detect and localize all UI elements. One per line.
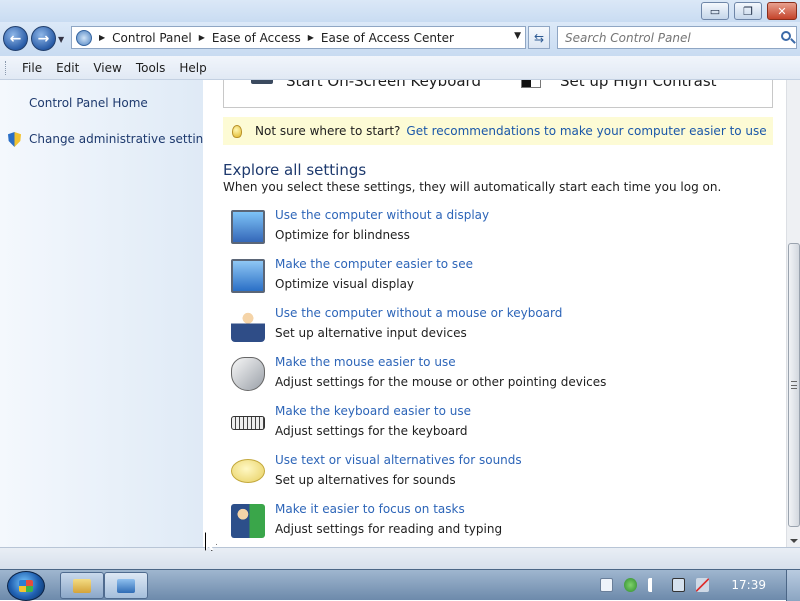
person-icon bbox=[231, 308, 265, 342]
setting-link[interactable]: Make the keyboard easier to use bbox=[275, 404, 471, 418]
address-dropdown-icon[interactable]: ▼ bbox=[514, 31, 521, 41]
magnifier-icon bbox=[231, 259, 265, 293]
chevron-right-icon[interactable]: ▶ bbox=[99, 33, 105, 42]
menu-bar: File Edit View Tools Help bbox=[0, 56, 800, 80]
start-button[interactable] bbox=[7, 571, 45, 601]
search-icon[interactable] bbox=[781, 31, 791, 41]
maximize-button[interactable]: ❐ bbox=[734, 2, 762, 20]
forward-arrow-icon: → bbox=[37, 30, 50, 47]
left-navigation-pane: Control Panel Home Change administrative… bbox=[0, 80, 217, 547]
volume-muted-icon[interactable] bbox=[696, 578, 709, 592]
breadcrumb-ease-of-access[interactable]: Ease of Access bbox=[212, 31, 301, 45]
menu-view[interactable]: View bbox=[86, 61, 128, 75]
setting-description: Adjust settings for the mouse or other p… bbox=[275, 375, 607, 389]
speech-bubble-icon bbox=[231, 459, 265, 483]
setting-description: Set up alternatives for sounds bbox=[275, 473, 456, 487]
system-tray: 17:39 bbox=[590, 570, 800, 601]
refresh-icon: ⇆ bbox=[533, 30, 545, 45]
setting-link[interactable]: Make it easier to focus on tasks bbox=[275, 502, 465, 516]
setting-item: Make the computer easier to see Optimize… bbox=[231, 257, 771, 297]
quick-access-box: Start On-Screen Keyboard Set up High Con… bbox=[223, 80, 773, 108]
grip-icon bbox=[791, 381, 797, 389]
search-box[interactable] bbox=[557, 26, 797, 49]
setting-description: Set up alternative input devices bbox=[275, 326, 467, 340]
back-arrow-icon: ← bbox=[9, 30, 22, 47]
section-title: Explore all settings bbox=[223, 161, 367, 179]
close-button[interactable]: ✕ bbox=[767, 2, 797, 20]
chevron-right-icon[interactable]: ▶ bbox=[199, 33, 205, 42]
taskbar-control-panel-button[interactable] bbox=[104, 572, 148, 599]
network-icon[interactable] bbox=[672, 578, 685, 592]
vertical-scrollbar[interactable] bbox=[786, 80, 800, 547]
address-bar[interactable]: ▶ Control Panel ▶ Ease of Access ▶ Ease … bbox=[71, 26, 526, 49]
setting-description: Optimize visual display bbox=[275, 277, 415, 291]
menu-tools[interactable]: Tools bbox=[129, 61, 173, 75]
taskbar: 17:39 bbox=[0, 569, 800, 601]
search-input[interactable] bbox=[558, 30, 768, 45]
menu-file[interactable]: File bbox=[15, 61, 49, 75]
back-button[interactable]: ← bbox=[3, 26, 28, 51]
setting-description: Adjust settings for the keyboard bbox=[275, 424, 468, 438]
setting-item: Use the computer without a mouse or keyb… bbox=[231, 306, 771, 346]
setting-description: Optimize for blindness bbox=[275, 228, 410, 242]
close-icon: ✕ bbox=[777, 4, 787, 18]
setting-item: Make the keyboard easier to use Adjust s… bbox=[231, 404, 771, 444]
lightbulb-icon bbox=[232, 124, 242, 138]
flag-icon[interactable] bbox=[648, 578, 661, 592]
get-recommendations-link[interactable]: Get recommendations to make your compute… bbox=[406, 124, 766, 138]
maximize-icon: ❐ bbox=[743, 4, 753, 18]
main-content: Start On-Screen Keyboard Set up High Con… bbox=[203, 80, 786, 547]
shield-icon bbox=[8, 132, 21, 147]
mouse-icon bbox=[231, 357, 265, 391]
clock[interactable]: 17:39 bbox=[731, 578, 766, 592]
focus-icon bbox=[231, 504, 265, 538]
minimize-icon: ▭ bbox=[709, 4, 721, 18]
scroll-down-arrow-icon[interactable] bbox=[790, 539, 798, 543]
setting-link[interactable]: Use text or visual alternatives for soun… bbox=[275, 453, 522, 467]
start-on-screen-keyboard-link[interactable]: Start On-Screen Keyboard bbox=[286, 80, 481, 90]
taskbar-explorer-button[interactable] bbox=[60, 572, 104, 599]
keyboard-icon bbox=[231, 416, 265, 430]
breadcrumb-ease-of-access-center[interactable]: Ease of Access Center bbox=[321, 31, 454, 45]
status-bar bbox=[0, 547, 800, 569]
menu-edit[interactable]: Edit bbox=[49, 61, 86, 75]
setting-item: Make the mouse easier to use Adjust sett… bbox=[231, 355, 771, 395]
change-administrative-settings-link[interactable]: Change administrative settings bbox=[29, 132, 217, 146]
menu-grip bbox=[5, 60, 9, 75]
setting-item: Use the computer without a display Optim… bbox=[231, 208, 771, 248]
show-desktop-button[interactable] bbox=[786, 570, 800, 601]
setting-link[interactable]: Use the computer without a mouse or keyb… bbox=[275, 306, 562, 320]
setting-item: Use text or visual alternatives for soun… bbox=[231, 453, 771, 493]
refresh-button[interactable]: ⇆ bbox=[528, 26, 550, 49]
setting-link[interactable]: Use the computer without a display bbox=[275, 208, 489, 222]
scrollbar-thumb[interactable] bbox=[788, 243, 800, 527]
section-subtitle: When you select these settings, they wil… bbox=[223, 180, 722, 194]
folder-icon bbox=[73, 578, 91, 593]
control-panel-home-link[interactable]: Control Panel Home bbox=[29, 96, 148, 110]
contrast-icon bbox=[521, 80, 541, 88]
setting-link[interactable]: Make the computer easier to see bbox=[275, 257, 473, 271]
setting-item: Make it easier to focus on tasks Adjust … bbox=[231, 502, 771, 542]
set-up-high-contrast-link[interactable]: Set up High Contrast bbox=[560, 80, 717, 90]
security-shield-icon[interactable] bbox=[624, 578, 637, 592]
document-icon[interactable] bbox=[600, 578, 613, 592]
title-bar: ▭ ❐ ✕ bbox=[0, 0, 800, 22]
display-speaker-icon bbox=[231, 210, 265, 244]
recent-pages-dropdown[interactable]: ▼ bbox=[58, 35, 64, 44]
breadcrumb-control-panel[interactable]: Control Panel bbox=[112, 31, 192, 45]
control-panel-icon bbox=[76, 29, 92, 46]
setting-description: Adjust settings for reading and typing bbox=[275, 522, 503, 536]
chevron-right-icon[interactable]: ▶ bbox=[308, 33, 314, 42]
keyboard-icon bbox=[251, 80, 273, 84]
control-panel-icon bbox=[117, 578, 135, 593]
minimize-button[interactable]: ▭ bbox=[701, 2, 729, 20]
forward-button[interactable]: → bbox=[31, 26, 56, 51]
tip-text: Not sure where to start? bbox=[255, 124, 401, 138]
setting-link[interactable]: Make the mouse easier to use bbox=[275, 355, 456, 369]
menu-help[interactable]: Help bbox=[172, 61, 213, 75]
recommendation-tip: Not sure where to start? Get recommendat… bbox=[223, 117, 773, 145]
